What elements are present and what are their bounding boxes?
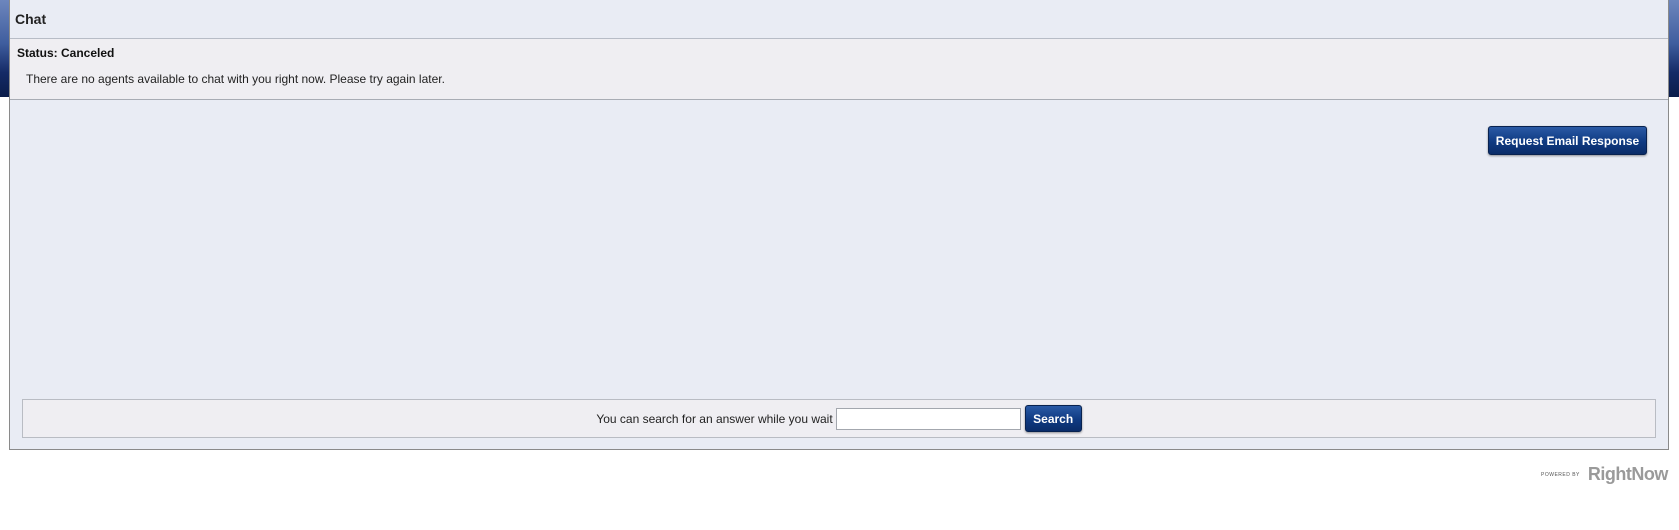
search-button[interactable]: Search (1024, 405, 1082, 432)
powered-by-text: POWERED BY (1541, 471, 1580, 478)
search-input[interactable] (835, 407, 1021, 430)
request-email-response-button[interactable]: Request Email Response (1488, 126, 1647, 155)
search-prompt: You can search for an answer while you w… (596, 411, 833, 426)
status-label: Status: Canceled (17, 46, 115, 60)
status-panel: Status: Canceled There are no agents ava… (10, 39, 1668, 100)
window-title: Chat (15, 11, 47, 27)
status-message: There are no agents available to chat wi… (26, 72, 445, 86)
chat-title-bar: Chat (10, 0, 1668, 39)
brand-logo-text: RightNow (1587, 464, 1668, 484)
powered-by-logo: POWERED BY RightNow (1541, 464, 1668, 485)
search-panel: You can search for an answer while you w… (22, 399, 1656, 438)
chat-window: Chat Status: Canceled There are no agent… (9, 0, 1669, 450)
